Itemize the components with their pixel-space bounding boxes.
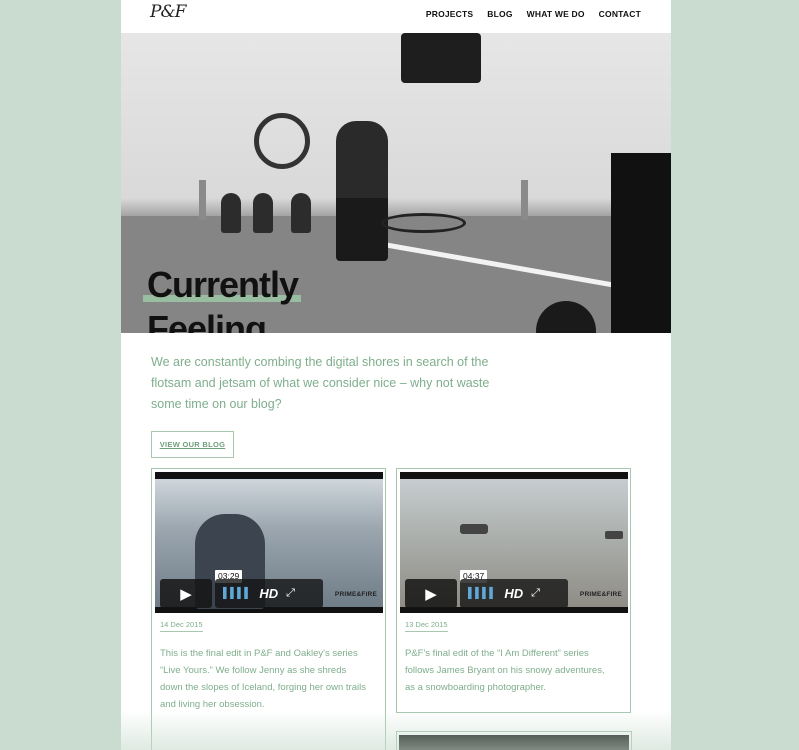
main-nav: PROJECTS BLOG WHAT WE DO CONTACT: [426, 9, 641, 19]
hero-camera-rig: [401, 33, 481, 83]
hero-title: Currently Feeling: [143, 263, 301, 333]
play-icon: ▶: [180, 585, 192, 603]
brand-watermark: PRIME&FIRE: [579, 591, 622, 598]
post-date: 14 Dec 2015: [160, 620, 203, 632]
page: P&F PROJECTS BLOG WHAT WE DO CONTACT Cur…: [121, 0, 671, 750]
site-logo[interactable]: P&F: [150, 2, 186, 22]
post-description: This is the final edit in P&F and Oakley…: [160, 648, 366, 710]
video-controls: ▌▌▌▌ HD ⤢: [215, 579, 323, 608]
hd-toggle[interactable]: HD: [504, 586, 523, 601]
hero-kid: [253, 193, 273, 233]
play-button[interactable]: ▶: [160, 579, 212, 608]
video-controls: ▌▌▌▌ HD ⤢: [460, 579, 568, 608]
video-player[interactable]: ▶ 03:29 ▌▌▌▌ HD ⤢ PRIME&FIRE: [155, 472, 383, 613]
video-car: [460, 524, 488, 534]
volume-icon[interactable]: ▌▌▌▌: [468, 588, 496, 599]
video-car: [605, 531, 623, 539]
video-player[interactable]: ▶ 04:37 ▌▌▌▌ HD ⤢ PRIME&FIRE: [400, 472, 628, 613]
hero-bike: [381, 213, 466, 233]
brand-watermark: PRIME&FIRE: [334, 591, 377, 598]
post-description: P&F's final edit of the “I Am Different”…: [405, 648, 605, 693]
nav-contact[interactable]: CONTACT: [599, 9, 641, 19]
nav-projects[interactable]: PROJECTS: [426, 9, 473, 19]
hero-post: [521, 180, 528, 220]
hero-man: [336, 121, 388, 261]
nav-what-we-do[interactable]: WHAT WE DO: [527, 9, 585, 19]
hero-title-line2: Feeling: [147, 308, 267, 333]
fullscreen-icon[interactable]: ⤢: [286, 587, 295, 600]
play-button[interactable]: ▶: [405, 579, 457, 608]
intro-text: We are constantly combing the digital sh…: [151, 355, 490, 411]
hero-title-line1: Currently: [147, 264, 299, 305]
hero-graffiti-circle: [254, 113, 310, 169]
hero-kid: [291, 193, 311, 233]
hero-equipment: [611, 153, 671, 333]
video-player[interactable]: [399, 735, 629, 750]
post-date: 13 Dec 2015: [405, 620, 448, 632]
hero-post: [199, 180, 206, 220]
fullscreen-icon[interactable]: ⤢: [531, 587, 540, 600]
blog-card: ▶ 03:29 ▌▌▌▌ HD ⤢ PRIME&FIRE 14 Dec 2015…: [151, 468, 386, 750]
nav-blog[interactable]: BLOG: [487, 9, 512, 19]
site-header: P&F PROJECTS BLOG WHAT WE DO CONTACT: [121, 0, 671, 33]
hd-toggle[interactable]: HD: [259, 586, 278, 601]
hero-kid: [221, 193, 241, 233]
view-blog-button[interactable]: VIEW OUR BLOG: [151, 431, 234, 458]
hero-image: Currently Feeling: [121, 33, 671, 333]
volume-icon[interactable]: ▌▌▌▌: [223, 588, 251, 599]
blog-card: ▶ 04:37 ▌▌▌▌ HD ⤢ PRIME&FIRE 13 Dec 2015…: [396, 468, 631, 713]
play-icon: ▶: [425, 585, 437, 603]
